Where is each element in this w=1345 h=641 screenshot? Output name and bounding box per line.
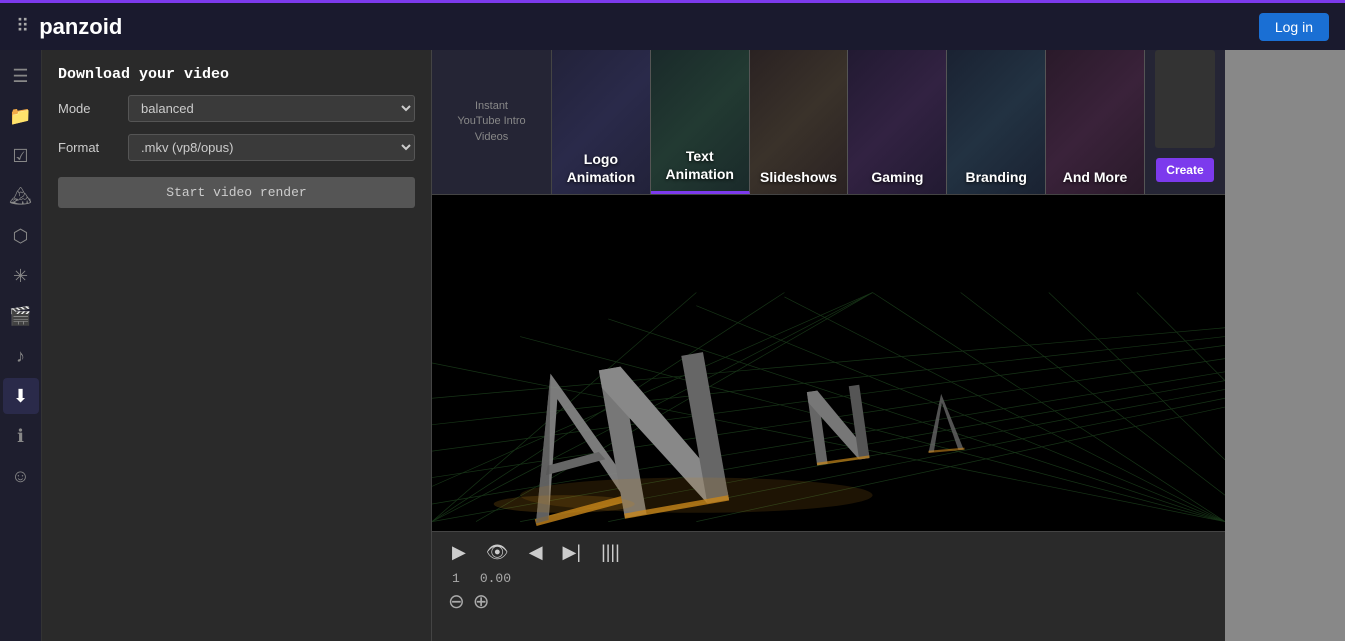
- playback-controls: ▶ 👁 ◀ ▶| |||| 1 0.00 ⊖ ⊕: [432, 531, 1225, 641]
- tab-andmore[interactable]: And More: [1046, 50, 1145, 194]
- format-row: Format .mkv (vp8/opus) .mp4 (h264/aac) .…: [58, 134, 415, 161]
- control-buttons: ▶ 👁 ◀ ▶| ||||: [448, 540, 1209, 565]
- tab-slideshows-label: Slideshows: [756, 160, 841, 194]
- play-button[interactable]: ▶: [448, 540, 470, 565]
- format-label: Format: [58, 140, 118, 155]
- sidebar-icon-file[interactable]: 📁: [3, 98, 39, 134]
- sidebar-icon-cube[interactable]: ⬡: [3, 218, 39, 254]
- zoom-out-button[interactable]: ⊖: [448, 592, 465, 612]
- prev-button[interactable]: ◀: [525, 540, 547, 565]
- logo-area: ⠿ panzoid: [16, 14, 122, 40]
- topbar: ⠿ panzoid Log in: [0, 0, 1345, 50]
- frame-number: 1: [452, 571, 460, 586]
- sidebar-icon-download[interactable]: ⬇: [3, 378, 39, 414]
- tab-branding[interactable]: Branding: [947, 50, 1046, 194]
- video-preview: [432, 195, 1225, 531]
- waveform-button[interactable]: ||||: [597, 540, 624, 565]
- zoom-controls: ⊖ ⊕: [448, 592, 1209, 612]
- create-button[interactable]: Create: [1156, 158, 1213, 182]
- zoom-in-button[interactable]: ⊕: [473, 592, 490, 612]
- placeholder-thumb: [1155, 50, 1215, 148]
- sidebar-icon-video[interactable]: 🎬: [3, 298, 39, 334]
- intro-text: Instant YouTube Intro Videos: [457, 99, 525, 145]
- sidebar-icon-star[interactable]: ✳: [3, 258, 39, 294]
- time-value: 0.00: [480, 571, 511, 586]
- next-frame-button[interactable]: ▶|: [559, 540, 586, 565]
- tab-gaming-label: Gaming: [867, 160, 927, 194]
- sidebar-icon-info[interactable]: ℹ: [3, 418, 39, 454]
- sidebar-icon-check[interactable]: ☑: [3, 138, 39, 174]
- tab-logo[interactable]: LogoAnimation: [552, 50, 651, 194]
- tab-intro[interactable]: Instant YouTube Intro Videos: [432, 50, 552, 194]
- login-button[interactable]: Log in: [1259, 13, 1329, 41]
- tab-slideshows[interactable]: Slideshows: [750, 50, 849, 194]
- tab-andmore-label: And More: [1059, 160, 1132, 194]
- format-select[interactable]: .mkv (vp8/opus) .mp4 (h264/aac) .webm: [128, 134, 415, 161]
- eye-button[interactable]: 👁: [482, 540, 513, 565]
- sidebar-icon-menu[interactable]: ☰: [3, 58, 39, 94]
- main-layout: ☰ 📁 ☑ 🏔 ⬡ ✳ 🎬 ♪ ⬇ ℹ ☺ Download your vide…: [0, 50, 1345, 641]
- tab-branding-label: Branding: [962, 160, 1031, 194]
- sidebar: ☰ 📁 ☑ 🏔 ⬡ ✳ 🎬 ♪ ⬇ ℹ ☺: [0, 50, 42, 641]
- logo-text: panzoid: [39, 14, 122, 40]
- sidebar-icon-music[interactable]: ♪: [3, 338, 39, 374]
- nav-create-area: Create: [1145, 50, 1225, 194]
- canvas-3d: [432, 195, 1225, 531]
- mode-label: Mode: [58, 101, 118, 116]
- time-display: 1 0.00: [448, 571, 1209, 586]
- mode-row: Mode balanced quality performance: [58, 95, 415, 122]
- left-panel: Download your video Mode balanced qualit…: [42, 50, 432, 641]
- right-gray-panel: [1225, 50, 1345, 641]
- tab-text-label: TextAnimation: [662, 139, 738, 191]
- tab-text[interactable]: TextAnimation: [651, 50, 750, 194]
- tab-gaming[interactable]: Gaming: [848, 50, 947, 194]
- sidebar-icon-smiley[interactable]: ☺: [3, 458, 39, 494]
- nav-tabs: Instant YouTube Intro Videos LogoAnimati…: [432, 50, 1225, 195]
- render-button[interactable]: Start video render: [58, 177, 415, 208]
- right-area: Instant YouTube Intro Videos LogoAnimati…: [432, 50, 1225, 641]
- sidebar-icon-image[interactable]: 🏔: [3, 178, 39, 214]
- panel-title: Download your video: [58, 66, 415, 83]
- video-area: ▶ 👁 ◀ ▶| |||| 1 0.00 ⊖ ⊕: [432, 195, 1225, 641]
- mode-select[interactable]: balanced quality performance: [128, 95, 415, 122]
- tab-logo-label: LogoAnimation: [563, 142, 639, 194]
- grid-icon[interactable]: ⠿: [16, 16, 29, 37]
